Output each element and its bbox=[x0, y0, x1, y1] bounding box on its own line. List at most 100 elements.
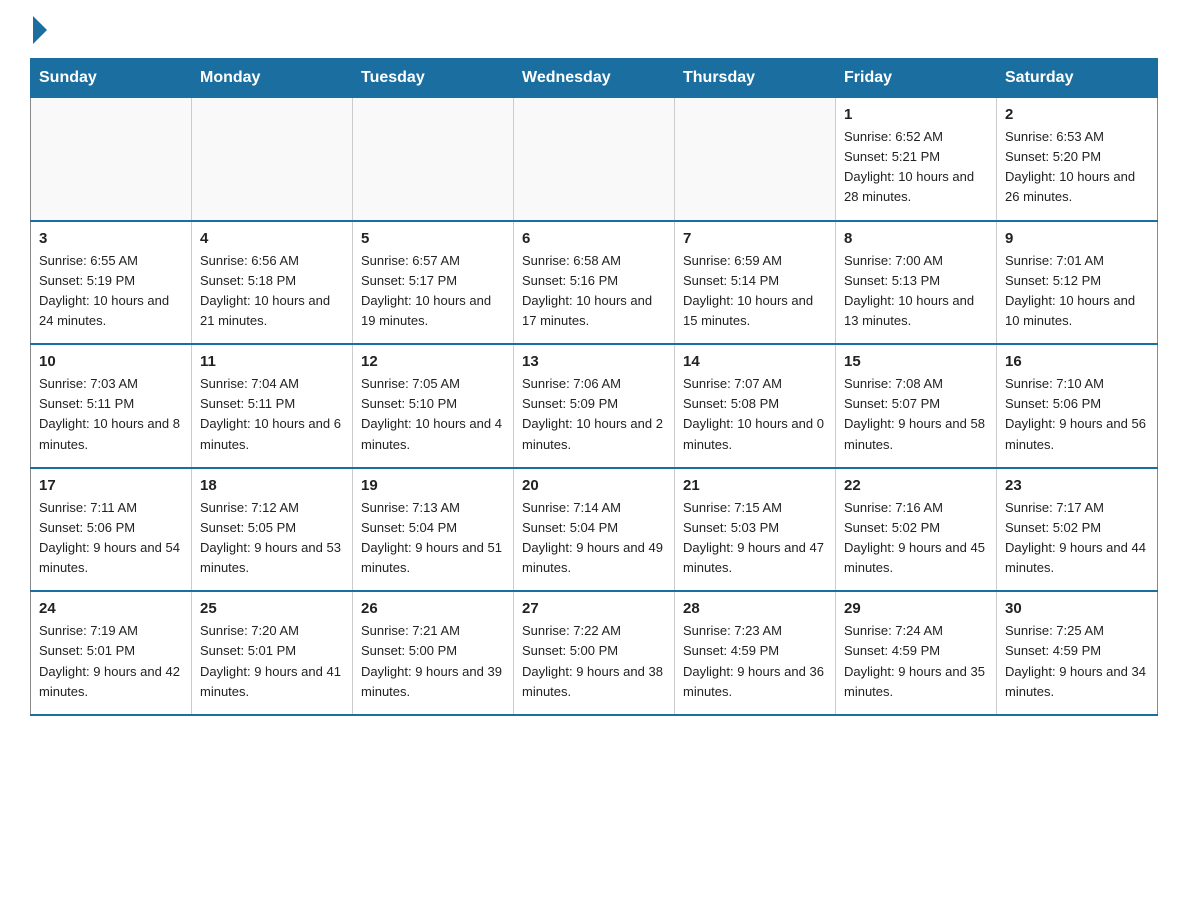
day-info: Sunrise: 7:11 AMSunset: 5:06 PMDaylight:… bbox=[39, 498, 183, 579]
logo bbox=[30, 20, 47, 40]
calendar-cell: 30Sunrise: 7:25 AMSunset: 4:59 PMDayligh… bbox=[997, 591, 1158, 715]
day-info: Sunrise: 6:58 AMSunset: 5:16 PMDaylight:… bbox=[522, 251, 666, 332]
calendar-cell bbox=[31, 98, 192, 221]
day-info: Sunrise: 7:20 AMSunset: 5:01 PMDaylight:… bbox=[200, 621, 344, 702]
day-info: Sunrise: 7:17 AMSunset: 5:02 PMDaylight:… bbox=[1005, 498, 1149, 579]
day-number: 21 bbox=[683, 477, 827, 494]
day-number: 2 bbox=[1005, 106, 1149, 123]
day-info: Sunrise: 7:21 AMSunset: 5:00 PMDaylight:… bbox=[361, 621, 505, 702]
day-number: 19 bbox=[361, 477, 505, 494]
calendar-cell: 26 Sunrise: 7:21 AMSunset: 5:00 PMDayligh… bbox=[353, 591, 514, 715]
weekday-header-monday: Monday bbox=[192, 59, 353, 98]
day-info: Sunrise: 6:55 AMSunset: 5:19 PMDaylight:… bbox=[39, 251, 183, 332]
day-info: Sunrise: 7:16 AMSunset: 5:02 PMDaylight:… bbox=[844, 498, 988, 579]
calendar-cell: 6 Sunrise: 6:58 AMSunset: 5:16 PMDaylight… bbox=[514, 221, 675, 345]
day-number: 5 bbox=[361, 230, 505, 247]
day-info: Sunrise: 7:24 AMSunset: 4:59 PMDaylight:… bbox=[844, 621, 988, 702]
calendar-cell: 11 Sunrise: 7:04 AMSunset: 5:11 PMDayligh… bbox=[192, 344, 353, 468]
day-info: Sunrise: 7:13 AMSunset: 5:04 PMDaylight:… bbox=[361, 498, 505, 579]
day-number: 29 bbox=[844, 600, 988, 617]
day-info: Sunrise: 7:04 AMSunset: 5:11 PMDaylight:… bbox=[200, 374, 344, 455]
calendar-cell: 15Sunrise: 7:08 AMSunset: 5:07 PMDayligh… bbox=[836, 344, 997, 468]
day-number: 18 bbox=[200, 477, 344, 494]
calendar-cell bbox=[192, 98, 353, 221]
day-info: Sunrise: 6:59 AMSunset: 5:14 PMDaylight:… bbox=[683, 251, 827, 332]
calendar-table: SundayMondayTuesdayWednesdayThursdayFrid… bbox=[30, 58, 1158, 716]
day-number: 23 bbox=[1005, 477, 1149, 494]
weekday-header-saturday: Saturday bbox=[997, 59, 1158, 98]
day-number: 17 bbox=[39, 477, 183, 494]
day-number: 30 bbox=[1005, 600, 1149, 617]
day-info: Sunrise: 7:12 AMSunset: 5:05 PMDaylight:… bbox=[200, 498, 344, 579]
calendar-cell: 3 Sunrise: 6:55 AMSunset: 5:19 PMDaylight… bbox=[31, 221, 192, 345]
day-info: Sunrise: 6:53 AMSunset: 5:20 PMDaylight:… bbox=[1005, 127, 1149, 208]
day-number: 1 bbox=[844, 106, 988, 123]
day-info: Sunrise: 7:15 AMSunset: 5:03 PMDaylight:… bbox=[683, 498, 827, 579]
calendar-cell: 21 Sunrise: 7:15 AMSunset: 5:03 PMDayligh… bbox=[675, 468, 836, 592]
calendar-cell: 19 Sunrise: 7:13 AMSunset: 5:04 PMDayligh… bbox=[353, 468, 514, 592]
calendar-cell: 23 Sunrise: 7:17 AMSunset: 5:02 PMDayligh… bbox=[997, 468, 1158, 592]
day-number: 6 bbox=[522, 230, 666, 247]
day-number: 8 bbox=[844, 230, 988, 247]
calendar-cell: 4 Sunrise: 6:56 AMSunset: 5:18 PMDaylight… bbox=[192, 221, 353, 345]
calendar-cell: 10 Sunrise: 7:03 AMSunset: 5:11 PMDayligh… bbox=[31, 344, 192, 468]
day-info: Sunrise: 6:52 AMSunset: 5:21 PMDaylight:… bbox=[844, 127, 988, 208]
day-number: 27 bbox=[522, 600, 666, 617]
day-info: Sunrise: 6:56 AMSunset: 5:18 PMDaylight:… bbox=[200, 251, 344, 332]
weekday-header-sunday: Sunday bbox=[31, 59, 192, 98]
day-number: 12 bbox=[361, 353, 505, 370]
day-info: Sunrise: 7:00 AMSunset: 5:13 PMDaylight:… bbox=[844, 251, 988, 332]
day-info: Sunrise: 7:22 AMSunset: 5:00 PMDaylight:… bbox=[522, 621, 666, 702]
calendar-week-row: 1 Sunrise: 6:52 AMSunset: 5:21 PMDaylight… bbox=[31, 98, 1158, 221]
day-info: Sunrise: 7:14 AMSunset: 5:04 PMDaylight:… bbox=[522, 498, 666, 579]
calendar-cell: 29 Sunrise: 7:24 AMSunset: 4:59 PMDayligh… bbox=[836, 591, 997, 715]
day-number: 9 bbox=[1005, 230, 1149, 247]
calendar-week-row: 10 Sunrise: 7:03 AMSunset: 5:11 PMDayligh… bbox=[31, 344, 1158, 468]
weekday-header-friday: Friday bbox=[836, 59, 997, 98]
day-number: 13 bbox=[522, 353, 666, 370]
calendar-cell: 5 Sunrise: 6:57 AMSunset: 5:17 PMDaylight… bbox=[353, 221, 514, 345]
calendar-week-row: 3 Sunrise: 6:55 AMSunset: 5:19 PMDaylight… bbox=[31, 221, 1158, 345]
day-number: 4 bbox=[200, 230, 344, 247]
logo-arrow-icon bbox=[33, 16, 47, 44]
day-number: 11 bbox=[200, 353, 344, 370]
day-number: 24 bbox=[39, 600, 183, 617]
day-info: Sunrise: 6:57 AMSunset: 5:17 PMDaylight:… bbox=[361, 251, 505, 332]
calendar-cell: 16 Sunrise: 7:10 AMSunset: 5:06 PMDayligh… bbox=[997, 344, 1158, 468]
calendar-cell: 12 Sunrise: 7:05 AMSunset: 5:10 PMDayligh… bbox=[353, 344, 514, 468]
calendar-cell: 7Sunrise: 6:59 AMSunset: 5:14 PMDaylight… bbox=[675, 221, 836, 345]
calendar-cell: 1 Sunrise: 6:52 AMSunset: 5:21 PMDaylight… bbox=[836, 98, 997, 221]
day-info: Sunrise: 7:05 AMSunset: 5:10 PMDaylight:… bbox=[361, 374, 505, 455]
calendar-cell bbox=[514, 98, 675, 221]
calendar-cell: 8 Sunrise: 7:00 AMSunset: 5:13 PMDaylight… bbox=[836, 221, 997, 345]
calendar-cell bbox=[353, 98, 514, 221]
day-info: Sunrise: 7:10 AMSunset: 5:06 PMDaylight:… bbox=[1005, 374, 1149, 455]
day-number: 28 bbox=[683, 600, 827, 617]
calendar-cell: 13Sunrise: 7:06 AMSunset: 5:09 PMDayligh… bbox=[514, 344, 675, 468]
calendar-body: 1 Sunrise: 6:52 AMSunset: 5:21 PMDaylight… bbox=[31, 98, 1158, 715]
calendar-header: SundayMondayTuesdayWednesdayThursdayFrid… bbox=[31, 59, 1158, 98]
calendar-cell: 25 Sunrise: 7:20 AMSunset: 5:01 PMDayligh… bbox=[192, 591, 353, 715]
day-info: Sunrise: 7:19 AMSunset: 5:01 PMDaylight:… bbox=[39, 621, 183, 702]
weekday-header-row: SundayMondayTuesdayWednesdayThursdayFrid… bbox=[31, 59, 1158, 98]
day-info: Sunrise: 7:08 AMSunset: 5:07 PMDaylight:… bbox=[844, 374, 988, 455]
day-number: 25 bbox=[200, 600, 344, 617]
day-info: Sunrise: 7:23 AMSunset: 4:59 PMDaylight:… bbox=[683, 621, 827, 702]
calendar-cell: 22 Sunrise: 7:16 AMSunset: 5:02 PMDayligh… bbox=[836, 468, 997, 592]
calendar-cell: 2 Sunrise: 6:53 AMSunset: 5:20 PMDaylight… bbox=[997, 98, 1158, 221]
calendar-cell: 20 Sunrise: 7:14 AMSunset: 5:04 PMDayligh… bbox=[514, 468, 675, 592]
day-number: 16 bbox=[1005, 353, 1149, 370]
day-number: 26 bbox=[361, 600, 505, 617]
day-info: Sunrise: 7:01 AMSunset: 5:12 PMDaylight:… bbox=[1005, 251, 1149, 332]
calendar-cell: 14Sunrise: 7:07 AMSunset: 5:08 PMDayligh… bbox=[675, 344, 836, 468]
day-number: 20 bbox=[522, 477, 666, 494]
day-number: 22 bbox=[844, 477, 988, 494]
weekday-header-thursday: Thursday bbox=[675, 59, 836, 98]
calendar-cell: 18 Sunrise: 7:12 AMSunset: 5:05 PMDayligh… bbox=[192, 468, 353, 592]
calendar-cell: 17 Sunrise: 7:11 AMSunset: 5:06 PMDayligh… bbox=[31, 468, 192, 592]
day-info: Sunrise: 7:03 AMSunset: 5:11 PMDaylight:… bbox=[39, 374, 183, 455]
day-info: Sunrise: 7:07 AMSunset: 5:08 PMDaylight:… bbox=[683, 374, 827, 455]
day-number: 10 bbox=[39, 353, 183, 370]
calendar-cell: 9 Sunrise: 7:01 AMSunset: 5:12 PMDaylight… bbox=[997, 221, 1158, 345]
day-number: 3 bbox=[39, 230, 183, 247]
